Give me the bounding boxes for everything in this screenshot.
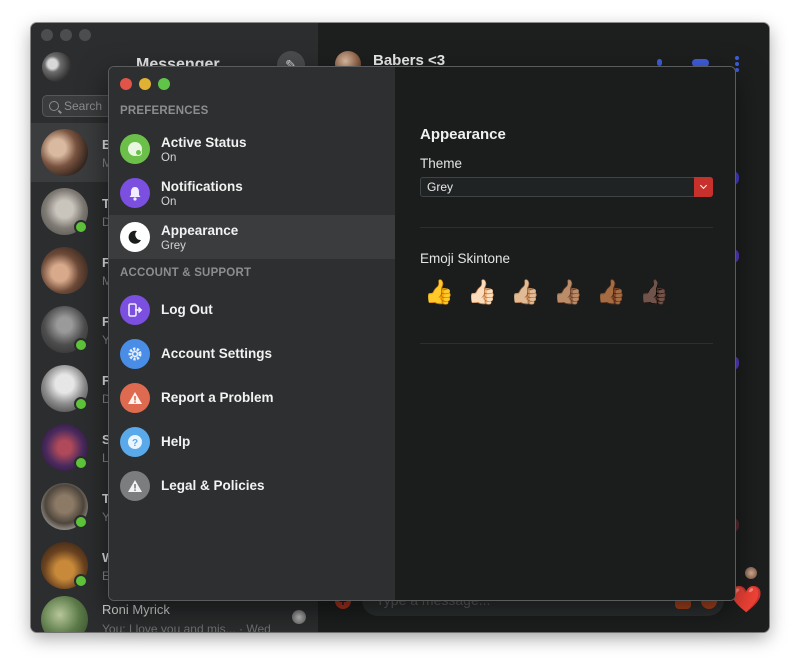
read-receipt-avatar [292,610,306,624]
nav-item-report-problem[interactable]: Report a Problem [109,376,395,420]
online-indicator [74,338,88,352]
conversation-snippet: You: I love you and mis... · Wed [102,622,271,632]
online-indicator [74,515,88,529]
theme-select[interactable]: Grey [420,177,713,197]
zoom-button[interactable] [158,78,170,90]
moon-icon [120,222,150,252]
logout-icon [120,295,150,325]
skintone-dark[interactable]: 👍🏿 [639,278,669,308]
warning-icon [120,383,150,413]
conversation-avatar [41,247,88,294]
skintone-medium[interactable]: 👍🏽 [553,278,583,308]
read-receipt-avatar [745,567,757,579]
nav-item-value: Grey [161,240,186,252]
minimize-button[interactable] [139,78,151,90]
profile-avatar[interactable] [42,52,72,82]
theme-label: Theme [420,156,463,171]
theme-select-value: Grey [427,180,454,194]
nav-item-label: Legal & Policies [161,478,265,493]
search-placeholder: Search [64,99,103,113]
chevron-down-icon[interactable] [694,177,713,197]
skintone-default[interactable]: 👍 [424,278,454,308]
nav-item-value: On [161,152,177,164]
main-window-controls [41,29,91,41]
preferences-nav: PREFERENCES Active Status On Notificatio… [109,67,395,600]
skintone-medium-light[interactable]: 👍🏼 [510,278,540,308]
nav-item-label: Appearance [161,223,239,238]
nav-item-help[interactable]: ? Help [109,420,395,464]
nav-item-log-out[interactable]: Log Out [109,288,395,332]
zoom-button-inactive[interactable] [79,29,91,41]
nav-item-appearance[interactable]: Appearance Grey [109,215,395,259]
help-icon: ? [120,427,150,457]
content-title: Appearance [420,126,506,143]
phone-call-icon[interactable] [657,59,662,66]
snippet-text: You: I love you and mis... [102,622,236,632]
nav-item-legal-policies[interactable]: Legal & Policies [109,464,395,508]
nav-item-active-status[interactable]: Active Status On [109,127,395,171]
gear-icon [120,339,150,369]
skintone-picker: 👍 👍🏻 👍🏼 👍🏽 👍🏾 👍🏿 [424,278,669,308]
close-button-inactive[interactable] [41,29,53,41]
nav-item-value: On [161,196,177,208]
video-call-icon[interactable] [692,59,709,67]
preferences-content: Appearance Theme Grey Emoji Skintone 👍 👍… [395,67,735,600]
conversation-avatar [41,596,88,632]
nav-item-label: Help [161,434,191,449]
section-label-preferences: PREFERENCES [120,105,209,117]
online-indicator [74,397,88,411]
online-indicator [74,456,88,470]
nav-item-label: Account Settings [161,346,273,361]
divider [420,227,713,228]
svg-text:?: ? [132,438,138,449]
close-button[interactable] [120,78,132,90]
nav-item-label: Report a Problem [161,390,274,405]
nav-item-label: Notifications [161,179,243,194]
nav-item-label: Log Out [161,302,213,317]
window-controls [120,78,170,90]
nav-item-label: Active Status [161,135,247,150]
minimize-button-inactive[interactable] [60,29,72,41]
active-status-icon [120,134,150,164]
conversation-snippet: L [102,451,109,465]
section-label-account-support: ACCOUNT & SUPPORT [120,267,252,279]
more-options-icon[interactable] [735,56,739,72]
preferences-window: PREFERENCES Active Status On Notificatio… [109,67,735,600]
bell-icon [120,178,150,208]
nav-item-account-settings[interactable]: Account Settings [109,332,395,376]
emoji-skintone-label: Emoji Skintone [420,251,511,266]
conversation-avatar [41,129,88,176]
conversation-time: Wed [246,622,271,632]
nav-item-notifications[interactable]: Notifications On [109,171,395,215]
skintone-medium-dark[interactable]: 👍🏾 [596,278,626,308]
warning-icon [120,471,150,501]
conversation-name: Roni Myrick [102,602,170,617]
skintone-light[interactable]: 👍🏻 [467,278,497,308]
divider [420,343,713,344]
search-icon [49,101,59,111]
online-indicator [74,574,88,588]
online-indicator [74,220,88,234]
